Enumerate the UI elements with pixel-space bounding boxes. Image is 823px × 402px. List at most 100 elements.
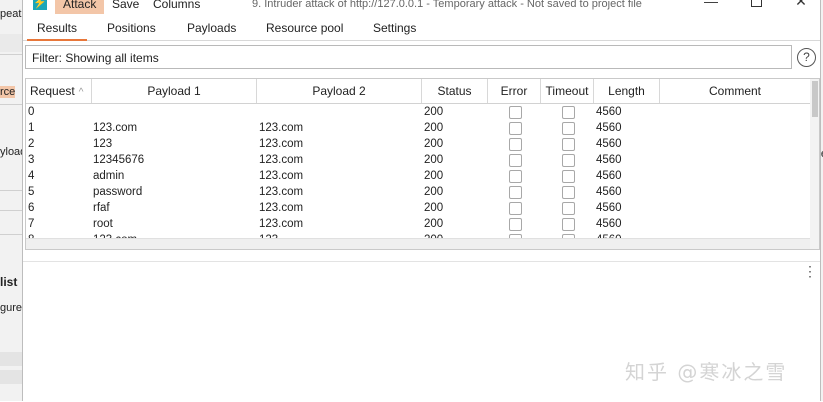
scrollbar-thumb[interactable] (812, 81, 818, 117)
cell-payload-2: 123.com (259, 202, 304, 214)
background-bar (0, 34, 22, 52)
timeout-checkbox (562, 170, 575, 183)
divider (0, 234, 22, 235)
timeout-checkbox (562, 154, 575, 167)
cell-payload-1: password (93, 186, 143, 198)
timeout-checkbox (562, 122, 575, 135)
cell-status: 200 (424, 186, 444, 198)
more-options-icon[interactable]: ⋮ (803, 264, 817, 278)
cell-request: 7 (28, 218, 35, 230)
timeout-checkbox (562, 138, 575, 151)
column-header-length[interactable]: Length (594, 79, 660, 103)
cell-length: 4560 (596, 218, 622, 230)
cell-length: 4560 (596, 154, 622, 166)
burp-app-icon: ⚡ (33, 0, 47, 10)
help-icon[interactable]: ? (797, 48, 816, 67)
vertical-scrollbar[interactable] (810, 79, 819, 249)
cell-payload-1: admin (93, 170, 125, 182)
column-header-error[interactable]: Error (488, 79, 541, 103)
column-header-status[interactable]: Status (422, 79, 488, 103)
minimize-button[interactable]: — (696, 0, 726, 12)
error-checkbox (509, 106, 522, 119)
divider (0, 190, 22, 191)
cell-payload-2: 123.com (259, 218, 304, 230)
error-checkbox (509, 218, 522, 231)
cell-payload-2: 123.com (259, 186, 304, 198)
cell-request: 2 (28, 138, 35, 150)
cell-status: 200 (424, 170, 444, 182)
table-row[interactable]: 0 200 4560 (26, 104, 810, 120)
table-row[interactable]: 5 password 123.com 200 4560 (26, 184, 810, 200)
cell-payload-2: 123.com (259, 170, 304, 182)
cell-status: 200 (424, 138, 444, 150)
tab-resource-pool[interactable]: Resource pool (256, 17, 353, 39)
cell-status: 200 (424, 218, 444, 230)
window-title: 9. Intruder attack of http://127.0.0.1 -… (252, 0, 642, 10)
error-checkbox (509, 186, 522, 199)
timeout-checkbox (562, 106, 575, 119)
cell-request: 1 (28, 122, 35, 134)
background-text-fragment: rce (0, 86, 16, 98)
cell-length: 4560 (596, 106, 622, 118)
table-row[interactable]: 3 12345676 123.com 200 4560 (26, 152, 810, 168)
horizontal-scrollbar[interactable] (26, 238, 810, 249)
column-header-label: Request (30, 84, 75, 98)
column-header-payload-1[interactable]: Payload 1 (92, 79, 257, 103)
cell-length: 4560 (596, 170, 622, 182)
tab-payloads[interactable]: Payloads (177, 17, 246, 39)
background-app-panel: peat rce yload list gure (0, 0, 22, 401)
cell-payload-1: 123 (93, 138, 113, 150)
error-checkbox (509, 122, 522, 135)
timeout-checkbox (562, 218, 575, 231)
cell-payload-2: 123.com (259, 154, 304, 166)
cell-status: 200 (424, 202, 444, 214)
background-bar (0, 352, 22, 366)
table-header: Request ^ Payload 1 Payload 2 Status Erro… (26, 79, 819, 104)
column-header-comment[interactable]: Comment (660, 79, 810, 103)
cell-length: 4560 (596, 138, 622, 150)
column-header-request[interactable]: Request ^ (26, 79, 92, 103)
attack-window: ⚡ Attack Save Columns 9. Intruder attack… (22, 0, 821, 402)
background-text-fragment: yload (0, 146, 22, 158)
tab-positions[interactable]: Positions (97, 17, 166, 39)
cell-request: 4 (28, 170, 35, 182)
table-row[interactable]: 2 123 123.com 200 4560 (26, 136, 810, 152)
error-checkbox (509, 138, 522, 151)
filter-bar[interactable]: Filter: Showing all items (25, 45, 792, 69)
cell-payload-1: rfaf (93, 202, 110, 214)
background-bar (0, 370, 22, 384)
close-button[interactable]: ✕ (786, 0, 816, 12)
cell-request: 5 (28, 186, 35, 198)
table-row[interactable]: 6 rfaf 123.com 200 4560 (26, 200, 810, 216)
tab-results[interactable]: Results (27, 17, 88, 41)
cell-length: 4560 (596, 186, 622, 198)
column-header-timeout[interactable]: Timeout (541, 79, 594, 103)
cell-request: 0 (28, 106, 35, 118)
table-row[interactable]: 1 123.com 123.com 200 4560 (26, 120, 810, 136)
sort-ascending-icon: ^ (78, 87, 84, 98)
timeout-checkbox (562, 202, 575, 215)
menu-save[interactable]: Save (112, 0, 139, 12)
minimize-icon: — (704, 0, 718, 9)
menu-attack[interactable]: Attack (55, 0, 105, 14)
title-bar: ⚡ Attack Save Columns 9. Intruder attack… (23, 0, 820, 14)
maximize-button[interactable] (741, 0, 771, 12)
cell-status: 200 (424, 122, 444, 134)
error-checkbox (509, 170, 522, 183)
divider (0, 104, 22, 105)
table-row[interactable]: 4 admin 123.com 200 4560 (26, 168, 810, 184)
cell-payload-1: 12345676 (93, 154, 145, 166)
cell-payload-2: 123.com (259, 122, 304, 134)
cell-request: 6 (28, 202, 35, 214)
cell-payload-2: 123.com (259, 138, 304, 150)
divider (0, 210, 22, 211)
table-row[interactable]: 7 root 123.com 200 4560 (26, 216, 810, 232)
cell-length: 4560 (596, 202, 622, 214)
cell-request: 3 (28, 154, 35, 166)
cell-payload-1: 123.com (93, 122, 138, 134)
cell-payload-1: root (93, 218, 113, 230)
menu-columns[interactable]: Columns (153, 0, 200, 12)
column-header-payload-2[interactable]: Payload 2 (257, 79, 422, 103)
tab-settings[interactable]: Settings (363, 17, 426, 39)
background-text-fragment: list (0, 275, 18, 289)
